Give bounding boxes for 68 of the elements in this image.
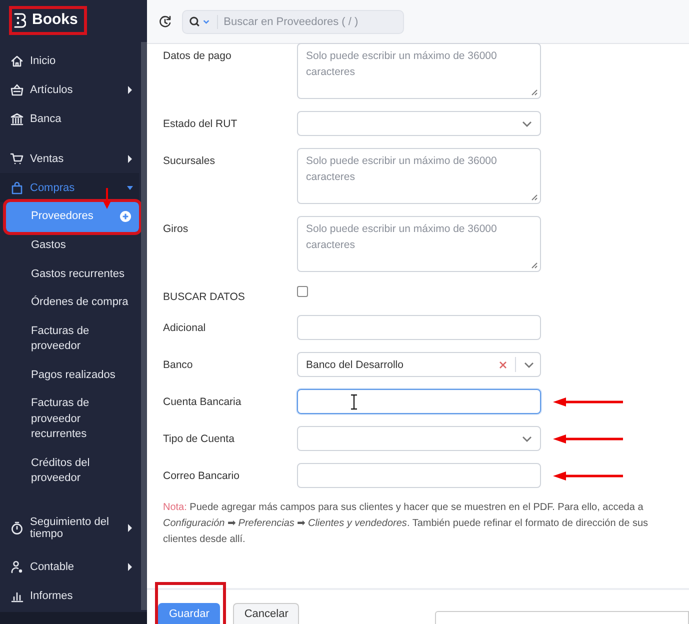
- field-label: Estado del RUT: [163, 117, 238, 130]
- resize-grip-icon[interactable]: [531, 194, 538, 201]
- sidebar-item[interactable]: Artículos: [0, 75, 139, 104]
- chevron-down-icon[interactable]: [522, 120, 532, 126]
- history-icon[interactable]: [158, 14, 172, 28]
- basket-icon: [10, 82, 24, 96]
- user-gear-icon: [10, 560, 24, 574]
- caret-icon: [127, 86, 133, 94]
- sidebar-item[interactable]: Ventas: [0, 144, 139, 173]
- stopwatch-icon: [10, 521, 24, 535]
- search-field[interactable]: Buscar en Proveedores ( / ): [182, 10, 404, 34]
- sidebar-item[interactable]: Informes: [0, 581, 139, 610]
- text-area[interactable]: Solo puede escribir un máximo de 36000 caracteres: [297, 43, 541, 99]
- field-label: BUSCAR DATOS: [163, 290, 246, 303]
- caret-icon: [127, 562, 133, 570]
- field-label: Adicional: [163, 321, 207, 334]
- input-field[interactable]: [297, 463, 541, 488]
- field-label: Datos de pago: [163, 49, 232, 62]
- sidebar-subitem[interactable]: Órdenes de compra: [6, 288, 139, 317]
- sidebar-subitem[interactable]: Créditos del proveedor: [6, 449, 139, 493]
- plus-icon[interactable]: [120, 211, 131, 222]
- scrollbar[interactable]: [141, 42, 147, 610]
- text-area[interactable]: Solo puede escribir un máximo de 36000 caracteres: [297, 216, 541, 272]
- sidebar-subitem[interactable]: Gastos recurrentes: [6, 260, 139, 288]
- text-area[interactable]: Solo puede escribir un máximo de 36000 caracteres: [297, 148, 541, 204]
- annotation-arrow: [553, 397, 623, 406]
- field-label: Correo Bancario: [163, 469, 240, 482]
- sidebar-subitem[interactable]: Pagos realizados: [6, 361, 139, 390]
- caret-icon: [127, 154, 133, 162]
- input-field[interactable]: [435, 611, 689, 624]
- field-label: Cuenta Bancaria: [163, 395, 242, 408]
- field-label: Giros: [163, 222, 190, 235]
- search-icon[interactable]: [189, 16, 211, 28]
- sidebar-item[interactable]: Banca: [0, 104, 139, 133]
- sidebar-item[interactable]: Compras: [0, 173, 139, 202]
- select-field[interactable]: [297, 426, 541, 451]
- input-field[interactable]: [297, 389, 541, 414]
- note-text: Nota: Puede agregar más campos para sus clientes y hacer que se muestren en el PDF. Para ello, acceda a Configuración ➡ Preferencias ➡ Clientes y vendedores. También puede refinar el formato de dirección de sus clientes desde allí.: [163, 501, 650, 547]
- chevron-down-icon[interactable]: [522, 436, 532, 442]
- caret-icon: [127, 184, 133, 192]
- select-field[interactable]: [297, 111, 541, 136]
- sidebar-item[interactable]: Seguimiento del tiempo: [0, 504, 139, 552]
- sidebar-subitem[interactable]: Facturas de proveedor: [6, 317, 139, 361]
- field-label: Sucursales: [163, 154, 216, 167]
- caret-icon: [127, 524, 133, 532]
- cancel-button[interactable]: Cancelar: [233, 603, 300, 624]
- resize-grip-icon[interactable]: [531, 89, 538, 96]
- app-logo[interactable]: Books: [12, 9, 84, 32]
- clear-icon[interactable]: [499, 360, 507, 368]
- chevron-down-icon[interactable]: [524, 362, 534, 368]
- text-cursor-icon: [350, 394, 358, 410]
- resize-grip-icon[interactable]: [531, 262, 538, 269]
- sidebar-item[interactable]: Contable: [0, 552, 139, 581]
- select-field[interactable]: Banco del Desarrollo: [297, 352, 541, 377]
- bag-icon: [10, 180, 24, 194]
- annotation-arrow: [553, 434, 623, 443]
- field-label: Banco: [163, 358, 194, 371]
- sidebar-subitem[interactable]: Gastos: [6, 232, 139, 260]
- bank-icon: [10, 112, 24, 126]
- home-icon: [10, 54, 24, 68]
- cart-icon: [10, 152, 24, 166]
- input-field[interactable]: [297, 315, 541, 340]
- annotation-arrow: [103, 188, 111, 209]
- sidebar-subitem[interactable]: Facturas de proveedor recurrentes: [6, 390, 139, 449]
- sidebar-item[interactable]: Inicio: [0, 46, 139, 75]
- annotation-arrow: [553, 471, 623, 480]
- checkbox[interactable]: [297, 286, 308, 297]
- field-label: Tipo de Cuenta: [163, 432, 236, 445]
